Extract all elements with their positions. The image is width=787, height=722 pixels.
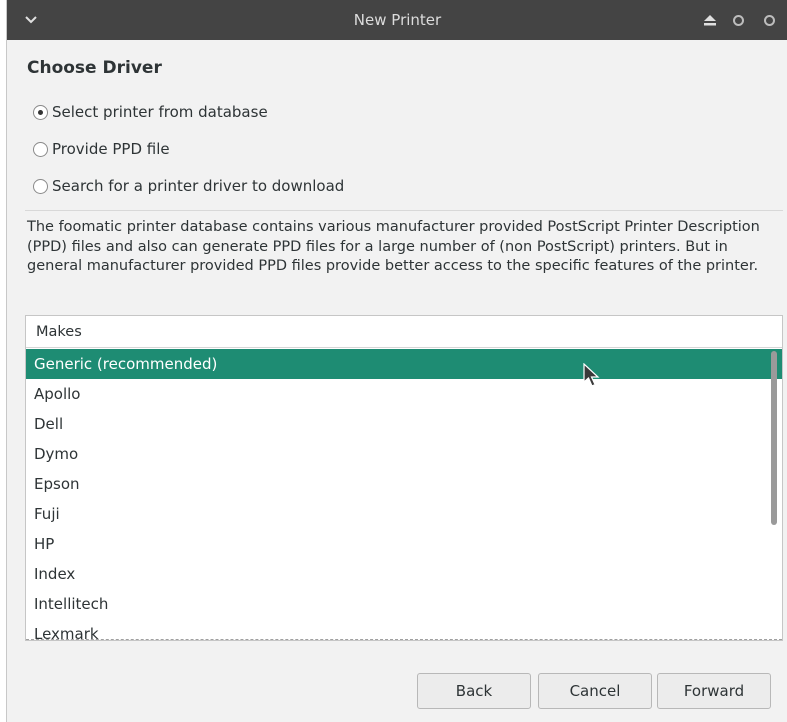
list-bottom-border: [26, 639, 782, 640]
radio-icon: [33, 141, 48, 157]
list-item[interactable]: Apollo: [26, 379, 782, 409]
radio-icon-checked: [33, 104, 48, 120]
list-item[interactable]: Dymo: [26, 439, 782, 469]
window-title: New Printer: [353, 11, 442, 29]
radio-search-driver-download[interactable]: Search for a printer driver to download: [33, 174, 344, 198]
page-heading: Choose Driver: [27, 58, 162, 78]
titlebar: New Printer: [7, 0, 787, 40]
new-printer-window: New Printer Choose Driver Select printer…: [6, 0, 787, 722]
list-item[interactable]: Lexmark: [26, 619, 782, 640]
eject-icon: [704, 14, 716, 25]
list-item[interactable]: Dell: [26, 409, 782, 439]
radio-label: Provide PPD file: [52, 140, 170, 158]
list-item-selected[interactable]: Generic (recommended): [26, 349, 782, 379]
circle-icon: [763, 14, 775, 26]
makes-list-rows: Generic (recommended) Apollo Dell Dymo E…: [26, 349, 782, 640]
radio-label: Search for a printer driver to download: [52, 177, 345, 195]
minimize-button[interactable]: [729, 11, 747, 29]
back-button[interactable]: Back: [417, 673, 531, 709]
eject-button[interactable]: [701, 11, 719, 29]
forward-button[interactable]: Forward: [657, 673, 771, 709]
list-item[interactable]: Epson: [26, 469, 782, 499]
mouse-pointer-icon: [583, 363, 600, 387]
list-item[interactable]: HP: [26, 529, 782, 559]
cancel-button[interactable]: Cancel: [538, 673, 652, 709]
makes-list[interactable]: Makes Generic (recommended) Apollo Dell …: [25, 315, 783, 641]
circle-icon: [732, 14, 744, 26]
radio-select-from-database[interactable]: Select printer from database: [33, 100, 268, 124]
radio-provide-ppd-file[interactable]: Provide PPD file: [33, 137, 170, 161]
list-item[interactable]: Index: [26, 559, 782, 589]
radio-label: Select printer from database: [52, 103, 268, 121]
list-item[interactable]: Intellitech: [26, 589, 782, 619]
list-scrollbar[interactable]: [771, 351, 777, 525]
radio-icon: [33, 178, 48, 194]
description-text: The foomatic printer database contains v…: [27, 219, 760, 274]
maximize-button[interactable]: [760, 11, 778, 29]
list-item[interactable]: Fuji: [26, 499, 782, 529]
makes-column-header[interactable]: Makes: [26, 316, 782, 348]
separator: [25, 210, 783, 211]
